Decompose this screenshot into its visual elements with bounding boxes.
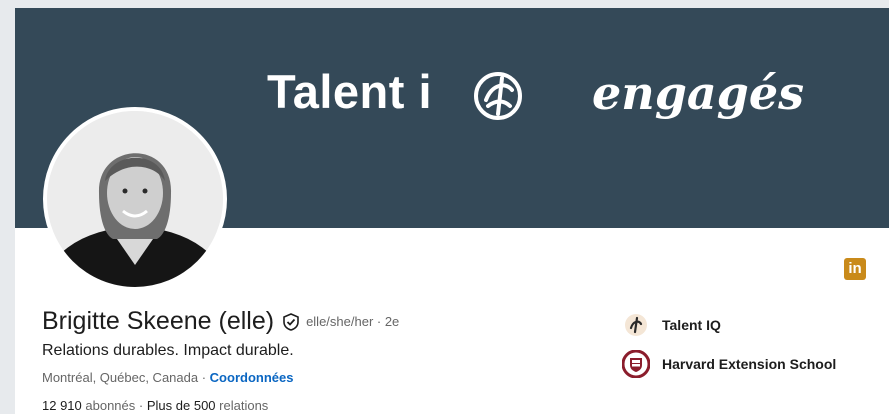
banner-brand-talent: Talent i <box>267 65 433 118</box>
banner-brand-engages: engagés <box>592 66 805 120</box>
talent-iq-swirl-icon <box>474 72 522 120</box>
avatar-photo <box>47 111 223 287</box>
connections-count: Plus de 500 <box>146 398 216 413</box>
harvard-shield-icon <box>622 350 650 378</box>
profile-avatar[interactable] <box>43 107 227 291</box>
pronouns-degree: elle/she/her · 2e <box>306 314 400 329</box>
profile-name: Brigitte Skeene (elle) <box>42 307 275 335</box>
followers-label[interactable]: abonnés <box>85 398 135 413</box>
location-row: Montréal, Québec, Canada · Coordonnées <box>42 370 293 385</box>
stats-separator: · <box>138 398 144 413</box>
profile-headline: Relations durables. Impact durable. <box>42 342 294 359</box>
linkedin-icon[interactable]: in <box>844 258 866 280</box>
network-stats: 12 910 abonnés · Plus de 500 relations <box>42 398 268 413</box>
org-label-talent-iq: Talent IQ <box>662 317 721 333</box>
org-label-harvard: Harvard Extension School <box>662 356 837 372</box>
profile-card: Talent i engagés in Brigitte Skeene (ell… <box>15 8 889 414</box>
connections-label[interactable]: relations <box>219 398 268 413</box>
contact-info-link[interactable]: Coordonnées <box>210 370 294 385</box>
org-item-talent-iq[interactable]: Talent IQ <box>622 311 721 339</box>
profile-location: Montréal, Québec, Canada · <box>42 370 207 385</box>
verified-shield-icon[interactable] <box>282 312 300 331</box>
org-item-harvard[interactable]: Harvard Extension School <box>622 350 836 378</box>
followers-count: 12 910 <box>42 398 82 413</box>
name-row: Brigitte Skeene (elle) elle/she/her · 2e <box>42 307 399 336</box>
talent-iq-logo-icon <box>622 311 650 339</box>
